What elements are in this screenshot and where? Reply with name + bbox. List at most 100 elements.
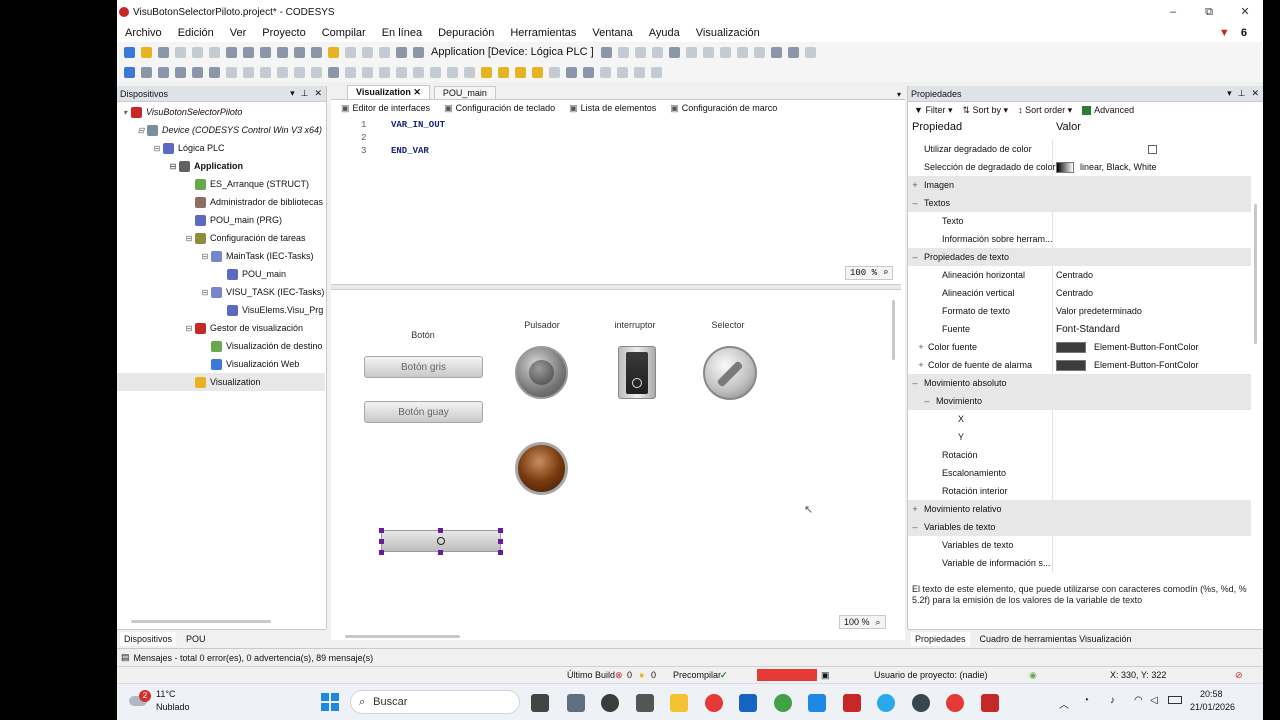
app-icon-4[interactable] xyxy=(843,694,861,712)
battery-icon[interactable] xyxy=(1168,696,1182,704)
microphone-icon[interactable]: ♪ xyxy=(1110,695,1115,706)
subtab-editor-interfaces[interactable]: Editor de interfaces xyxy=(341,103,431,114)
property-category[interactable]: + Movimiento relativo xyxy=(908,500,1251,518)
declaration-editor[interactable]: 1 VAR_IN_OUT 2 3 END_VAR 100 % ⌕ xyxy=(331,120,901,284)
tree-item[interactable]: Visualización Web xyxy=(117,355,325,373)
canvas-horizontal-scrollbar[interactable] xyxy=(345,635,460,638)
error-indicator[interactable]: ▼ 6 xyxy=(1211,27,1263,39)
subtab-element-list[interactable]: Lista de elementos xyxy=(569,103,657,114)
tree-expander-icon[interactable]: ▾ xyxy=(121,108,129,117)
panel-close-icon[interactable]: ✕ xyxy=(314,88,322,99)
visualization-canvas[interactable]: Botón Pulsador interruptor Selector Botó… xyxy=(331,290,895,640)
tree-expander-icon[interactable]: ⊟ xyxy=(169,162,177,171)
wifi-icon[interactable]: ◠ xyxy=(1134,695,1143,706)
rotation-center-icon[interactable] xyxy=(437,537,445,545)
clock-date[interactable]: 21/01/2026 xyxy=(1190,702,1235,712)
app-icon-5[interactable] xyxy=(912,694,930,712)
pin-icon[interactable]: ⊥ xyxy=(1238,88,1246,99)
space-h-icon[interactable] xyxy=(413,66,424,78)
redo-icon[interactable] xyxy=(209,46,220,58)
tray-app-icon[interactable]: ◔ xyxy=(1083,695,1089,706)
chrome-icon[interactable] xyxy=(705,694,723,712)
bring-forward-icon[interactable] xyxy=(515,66,526,78)
interruptor-element[interactable] xyxy=(618,346,656,399)
tree-item[interactable]: POU_main (PRG) xyxy=(117,211,325,229)
property-expander-icon[interactable]: + xyxy=(908,504,922,514)
same-height-icon[interactable] xyxy=(345,66,356,78)
write-values-icon[interactable] xyxy=(770,46,782,58)
replace-icon[interactable] xyxy=(311,46,322,58)
tree-item[interactable]: ⊟ Gestor de visualización xyxy=(117,319,325,337)
run-icon[interactable] xyxy=(634,46,646,58)
app-icon-2[interactable] xyxy=(636,694,654,712)
property-row[interactable]: Variable de información s... xyxy=(908,554,1251,572)
resize-handle[interactable] xyxy=(498,528,503,533)
chrome-profile-icon[interactable] xyxy=(946,694,964,712)
property-category[interactable]: + Imagen xyxy=(908,176,1251,194)
undo-icon[interactable] xyxy=(192,46,203,58)
resize-handle[interactable] xyxy=(498,550,503,555)
property-expander-icon[interactable]: – xyxy=(908,378,922,388)
zoom-icon[interactable]: ⌕ xyxy=(876,617,881,628)
tree-expander-icon[interactable]: ⊟ xyxy=(201,252,209,261)
tab-dispositivos[interactable]: Dispositivos xyxy=(120,631,177,646)
pan-tool-icon[interactable] xyxy=(158,66,169,78)
tia-portal-icon[interactable] xyxy=(567,694,585,712)
resize-handle[interactable] xyxy=(498,539,503,544)
property-row[interactable]: + Color fuente Element-Button-FontColor xyxy=(908,338,1251,356)
tree-item[interactable]: Visualization xyxy=(117,373,325,391)
step-into-icon[interactable] xyxy=(719,46,731,58)
piloto-lamp-element[interactable] xyxy=(515,442,568,495)
center-h-icon[interactable] xyxy=(447,66,458,78)
connection-status-indicator[interactable] xyxy=(757,669,817,681)
tree-expander-icon[interactable]: ⊟ xyxy=(185,324,193,333)
active-application-selector[interactable]: Application [Device: Lógica PLC ] xyxy=(431,46,594,58)
tree-item[interactable]: POU_main xyxy=(117,265,325,283)
tree-item[interactable]: ⊟ Configuración de tareas xyxy=(117,229,325,247)
tree-item[interactable]: ES_Arranque (STRUCT) xyxy=(117,175,325,193)
sort-by-button[interactable]: ⇅ Sort by ▾ xyxy=(962,105,1008,116)
align-middle-icon[interactable] xyxy=(294,66,305,78)
ungroup-icon[interactable] xyxy=(209,66,220,78)
menu-ver[interactable]: Ver xyxy=(222,27,255,39)
align-center-icon[interactable] xyxy=(243,66,254,78)
minimize-button[interactable]: – xyxy=(1155,0,1191,24)
tree-item[interactable]: ⊟ Device (CODESYS Control Win V3 x64) xyxy=(117,121,325,139)
property-category[interactable]: – Movimiento absoluto xyxy=(908,374,1251,392)
tab-toolbox[interactable]: Cuadro de herramientas Visualización xyxy=(980,634,1132,644)
advanced-checkbox[interactable] xyxy=(1082,106,1092,116)
panel-close-icon[interactable]: ✕ xyxy=(1251,88,1259,99)
align-top-icon[interactable] xyxy=(277,66,288,78)
paste-icon[interactable] xyxy=(260,46,271,58)
delete-icon[interactable] xyxy=(277,46,288,58)
tab-visualization[interactable]: Visualization ✕ xyxy=(347,85,430,99)
tree-item[interactable]: ⊟ MainTask (IEC-Tasks) xyxy=(117,247,325,265)
breakpoint-icon[interactable] xyxy=(685,46,697,58)
tree-item[interactable]: ⊟ Lógica PLC xyxy=(117,139,325,157)
property-value[interactable]: Element-Button-FontColor xyxy=(1056,341,1199,353)
property-row[interactable]: Rotación xyxy=(908,446,1251,464)
property-row[interactable]: Alineación vertical Centrado xyxy=(908,284,1251,302)
tree-item[interactable]: ▾ VisuBotonSelectorPiloto xyxy=(117,103,325,121)
new-project-icon[interactable] xyxy=(124,46,135,58)
center-v-icon[interactable] xyxy=(464,66,475,78)
whatsapp-icon[interactable] xyxy=(774,694,792,712)
library-icon[interactable] xyxy=(396,46,407,58)
property-expander-icon[interactable]: – xyxy=(908,522,922,532)
tree-item[interactable]: Visualización de destino xyxy=(117,337,325,355)
maximize-button[interactable]: ⧉ xyxy=(1191,0,1227,24)
run-to-cursor-icon[interactable] xyxy=(753,46,765,58)
close-button[interactable]: ✕ xyxy=(1227,0,1263,24)
bookmark-clear-icon[interactable] xyxy=(379,46,390,58)
force-values-icon[interactable] xyxy=(787,46,799,58)
property-row[interactable]: Variables de texto xyxy=(908,536,1251,554)
property-row[interactable]: Selección de degradado de color linear, B… xyxy=(908,158,1251,176)
zoom-tool-icon[interactable] xyxy=(141,66,152,78)
app-icon-3[interactable] xyxy=(739,694,757,712)
menu-ayuda[interactable]: Ayuda xyxy=(641,27,688,39)
tree-item[interactable]: Administrador de bibliotecas xyxy=(117,193,325,211)
property-expander-icon[interactable]: + xyxy=(908,180,922,190)
tree-item[interactable]: ⊟ Application xyxy=(117,157,325,175)
logout-icon[interactable] xyxy=(617,46,629,58)
taskbar-search[interactable]: ⌕ Buscar xyxy=(350,690,520,714)
